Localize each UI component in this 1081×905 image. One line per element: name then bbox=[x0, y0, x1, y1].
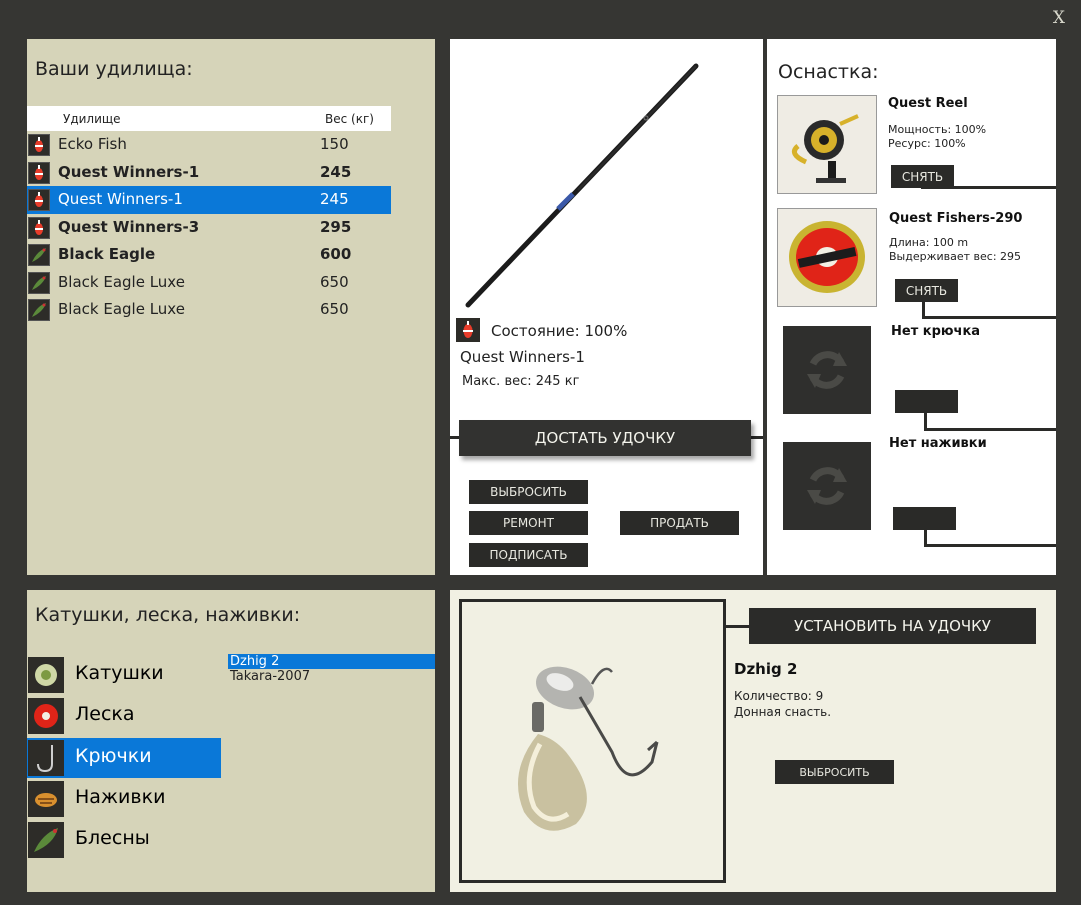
table-row-selected[interactable]: Quest Winners-1 245 bbox=[27, 186, 391, 214]
throw-away-button[interactable]: ВЫБРОСИТЬ bbox=[469, 480, 588, 504]
reel-icon bbox=[778, 96, 876, 193]
reel-icon bbox=[28, 657, 64, 693]
category-baits[interactable]: Наживки bbox=[27, 779, 221, 819]
category-spoons[interactable]: Блесны bbox=[27, 820, 221, 860]
category-label: Крючки bbox=[75, 745, 152, 767]
fishing-rod-image bbox=[465, 63, 699, 308]
reel-name: Quest Reel bbox=[888, 96, 968, 111]
spoon-lure-icon bbox=[28, 822, 64, 858]
lure-icon bbox=[28, 299, 50, 321]
bait-icon bbox=[28, 781, 64, 817]
column-header-rod[interactable]: Удилище bbox=[63, 112, 121, 126]
connector-line bbox=[922, 316, 1056, 319]
rod-weight: 295 bbox=[320, 217, 352, 236]
lure-icon bbox=[28, 244, 50, 266]
jig-hook-lure-image bbox=[517, 666, 659, 831]
table-row[interactable]: Ecko Fish 150 bbox=[27, 131, 391, 159]
rod-weight: 245 bbox=[320, 190, 349, 208]
close-button[interactable]: X bbox=[1053, 8, 1065, 28]
float-icon bbox=[456, 318, 480, 342]
rod-name: Quest Winners-3 bbox=[58, 217, 200, 236]
table-row[interactable]: Black Eagle 600 bbox=[27, 241, 391, 269]
lure-icon bbox=[28, 271, 50, 294]
bait-slot-label: Нет наживки bbox=[889, 436, 987, 451]
rod-weight: 650 bbox=[320, 272, 349, 291]
category-label: Катушки bbox=[75, 662, 164, 684]
rod-name: Black Eagle Luxe bbox=[58, 272, 185, 291]
item-quantity: Количество: 9 bbox=[734, 689, 824, 703]
rod-condition: Состояние: 100% bbox=[491, 322, 628, 340]
category-hooks[interactable]: Крючки bbox=[27, 738, 221, 778]
table-row[interactable]: Black Eagle Luxe 650 bbox=[27, 296, 391, 324]
rod-weight: 150 bbox=[320, 135, 349, 153]
table-row[interactable]: Quest Winners-1 245 bbox=[27, 159, 391, 187]
table-row[interactable]: Quest Winners-3 295 bbox=[27, 214, 391, 242]
reel-power: Мощность: 100% bbox=[888, 123, 987, 136]
refresh-icon bbox=[807, 351, 847, 389]
remove-reel-button[interactable]: СНЯТЬ bbox=[891, 165, 954, 188]
bait-slot[interactable] bbox=[783, 442, 871, 530]
rods-table: Удилище Вес (кг) Ecko Fish 150 Quest Win… bbox=[27, 106, 391, 324]
float-icon bbox=[28, 189, 50, 211]
rod-name: Ecko Fish bbox=[58, 135, 127, 153]
rod-name-label: Quest Winners-1 bbox=[460, 348, 585, 366]
category-label: Блесны bbox=[75, 827, 150, 849]
fishing-line-length: Длина: 100 m bbox=[889, 236, 969, 249]
hook-slot-button[interactable] bbox=[895, 390, 958, 413]
take-rod-button[interactable]: ДОСТАТЬ УДОЧКУ bbox=[459, 420, 751, 456]
rod-weight: 600 bbox=[320, 245, 352, 263]
install-on-rod-button[interactable]: УСТАНОВИТЬ НА УДОЧКУ bbox=[749, 608, 1036, 644]
line-spool-icon bbox=[28, 698, 64, 734]
repair-button[interactable]: РЕМОНТ bbox=[469, 511, 588, 535]
category-item-list: Dzhig 2 Takara-2007 bbox=[228, 654, 435, 684]
rod-max-weight: Макс. вес: 245 кг bbox=[462, 374, 580, 389]
item-name: Dzhig 2 bbox=[734, 660, 798, 678]
rod-weight: 650 bbox=[320, 300, 349, 318]
remove-line-button[interactable]: СНЯТЬ bbox=[895, 279, 958, 302]
rod-name: Quest Winners-1 bbox=[58, 190, 183, 208]
refresh-icon bbox=[807, 467, 847, 505]
fishing-line-strength: Выдерживает вес: 295 bbox=[889, 250, 1022, 263]
list-item[interactable]: Takara-2007 bbox=[228, 669, 435, 684]
fishing-line-image[interactable] bbox=[777, 208, 877, 307]
float-icon bbox=[28, 134, 50, 156]
bait-slot-button[interactable] bbox=[893, 507, 956, 530]
connector-line bbox=[924, 428, 1056, 431]
list-item[interactable]: Dzhig 2 bbox=[228, 654, 435, 669]
tackle-panel-title: Оснастка: bbox=[778, 61, 879, 83]
float-icon bbox=[28, 216, 50, 239]
connector-line bbox=[924, 544, 1056, 547]
hook-icon bbox=[28, 740, 64, 776]
fishing-line-spool-icon bbox=[778, 209, 876, 306]
reel-resource: Ресурс: 100% bbox=[888, 137, 966, 150]
float-icon bbox=[28, 161, 50, 184]
category-label: Леска bbox=[75, 703, 135, 725]
category-label: Наживки bbox=[75, 786, 166, 808]
hook-slot-label: Нет крючка bbox=[891, 324, 981, 339]
hook-slot[interactable] bbox=[783, 326, 871, 414]
sign-button[interactable]: ПОДПИСАТЬ bbox=[469, 543, 588, 567]
table-row[interactable]: Black Eagle Luxe 650 bbox=[27, 269, 391, 297]
rod-name: Black Eagle Luxe bbox=[58, 300, 185, 318]
categories-panel-title: Катушки, леска, наживки: bbox=[35, 604, 301, 626]
throw-away-item-button[interactable]: ВЫБРОСИТЬ bbox=[775, 760, 894, 784]
category-lines[interactable]: Леска bbox=[27, 696, 221, 736]
column-header-weight[interactable]: Вес (кг) bbox=[325, 112, 374, 126]
rod-weight: 245 bbox=[320, 162, 352, 181]
rods-table-header: Удилище Вес (кг) bbox=[27, 106, 391, 131]
connector-line bbox=[726, 625, 750, 628]
rods-panel-title: Ваши удилища: bbox=[35, 58, 193, 80]
item-image-frame bbox=[459, 599, 726, 883]
reel-image[interactable] bbox=[777, 95, 877, 194]
rod-name: Quest Winners-1 bbox=[58, 162, 200, 181]
sell-button[interactable]: ПРОДАТЬ bbox=[620, 511, 739, 535]
rod-name: Black Eagle bbox=[58, 245, 156, 263]
item-description: Донная снасть. bbox=[734, 705, 832, 719]
fishing-line-name: Quest Fishers-290 bbox=[889, 211, 1023, 226]
category-reels[interactable]: Катушки bbox=[27, 655, 221, 695]
